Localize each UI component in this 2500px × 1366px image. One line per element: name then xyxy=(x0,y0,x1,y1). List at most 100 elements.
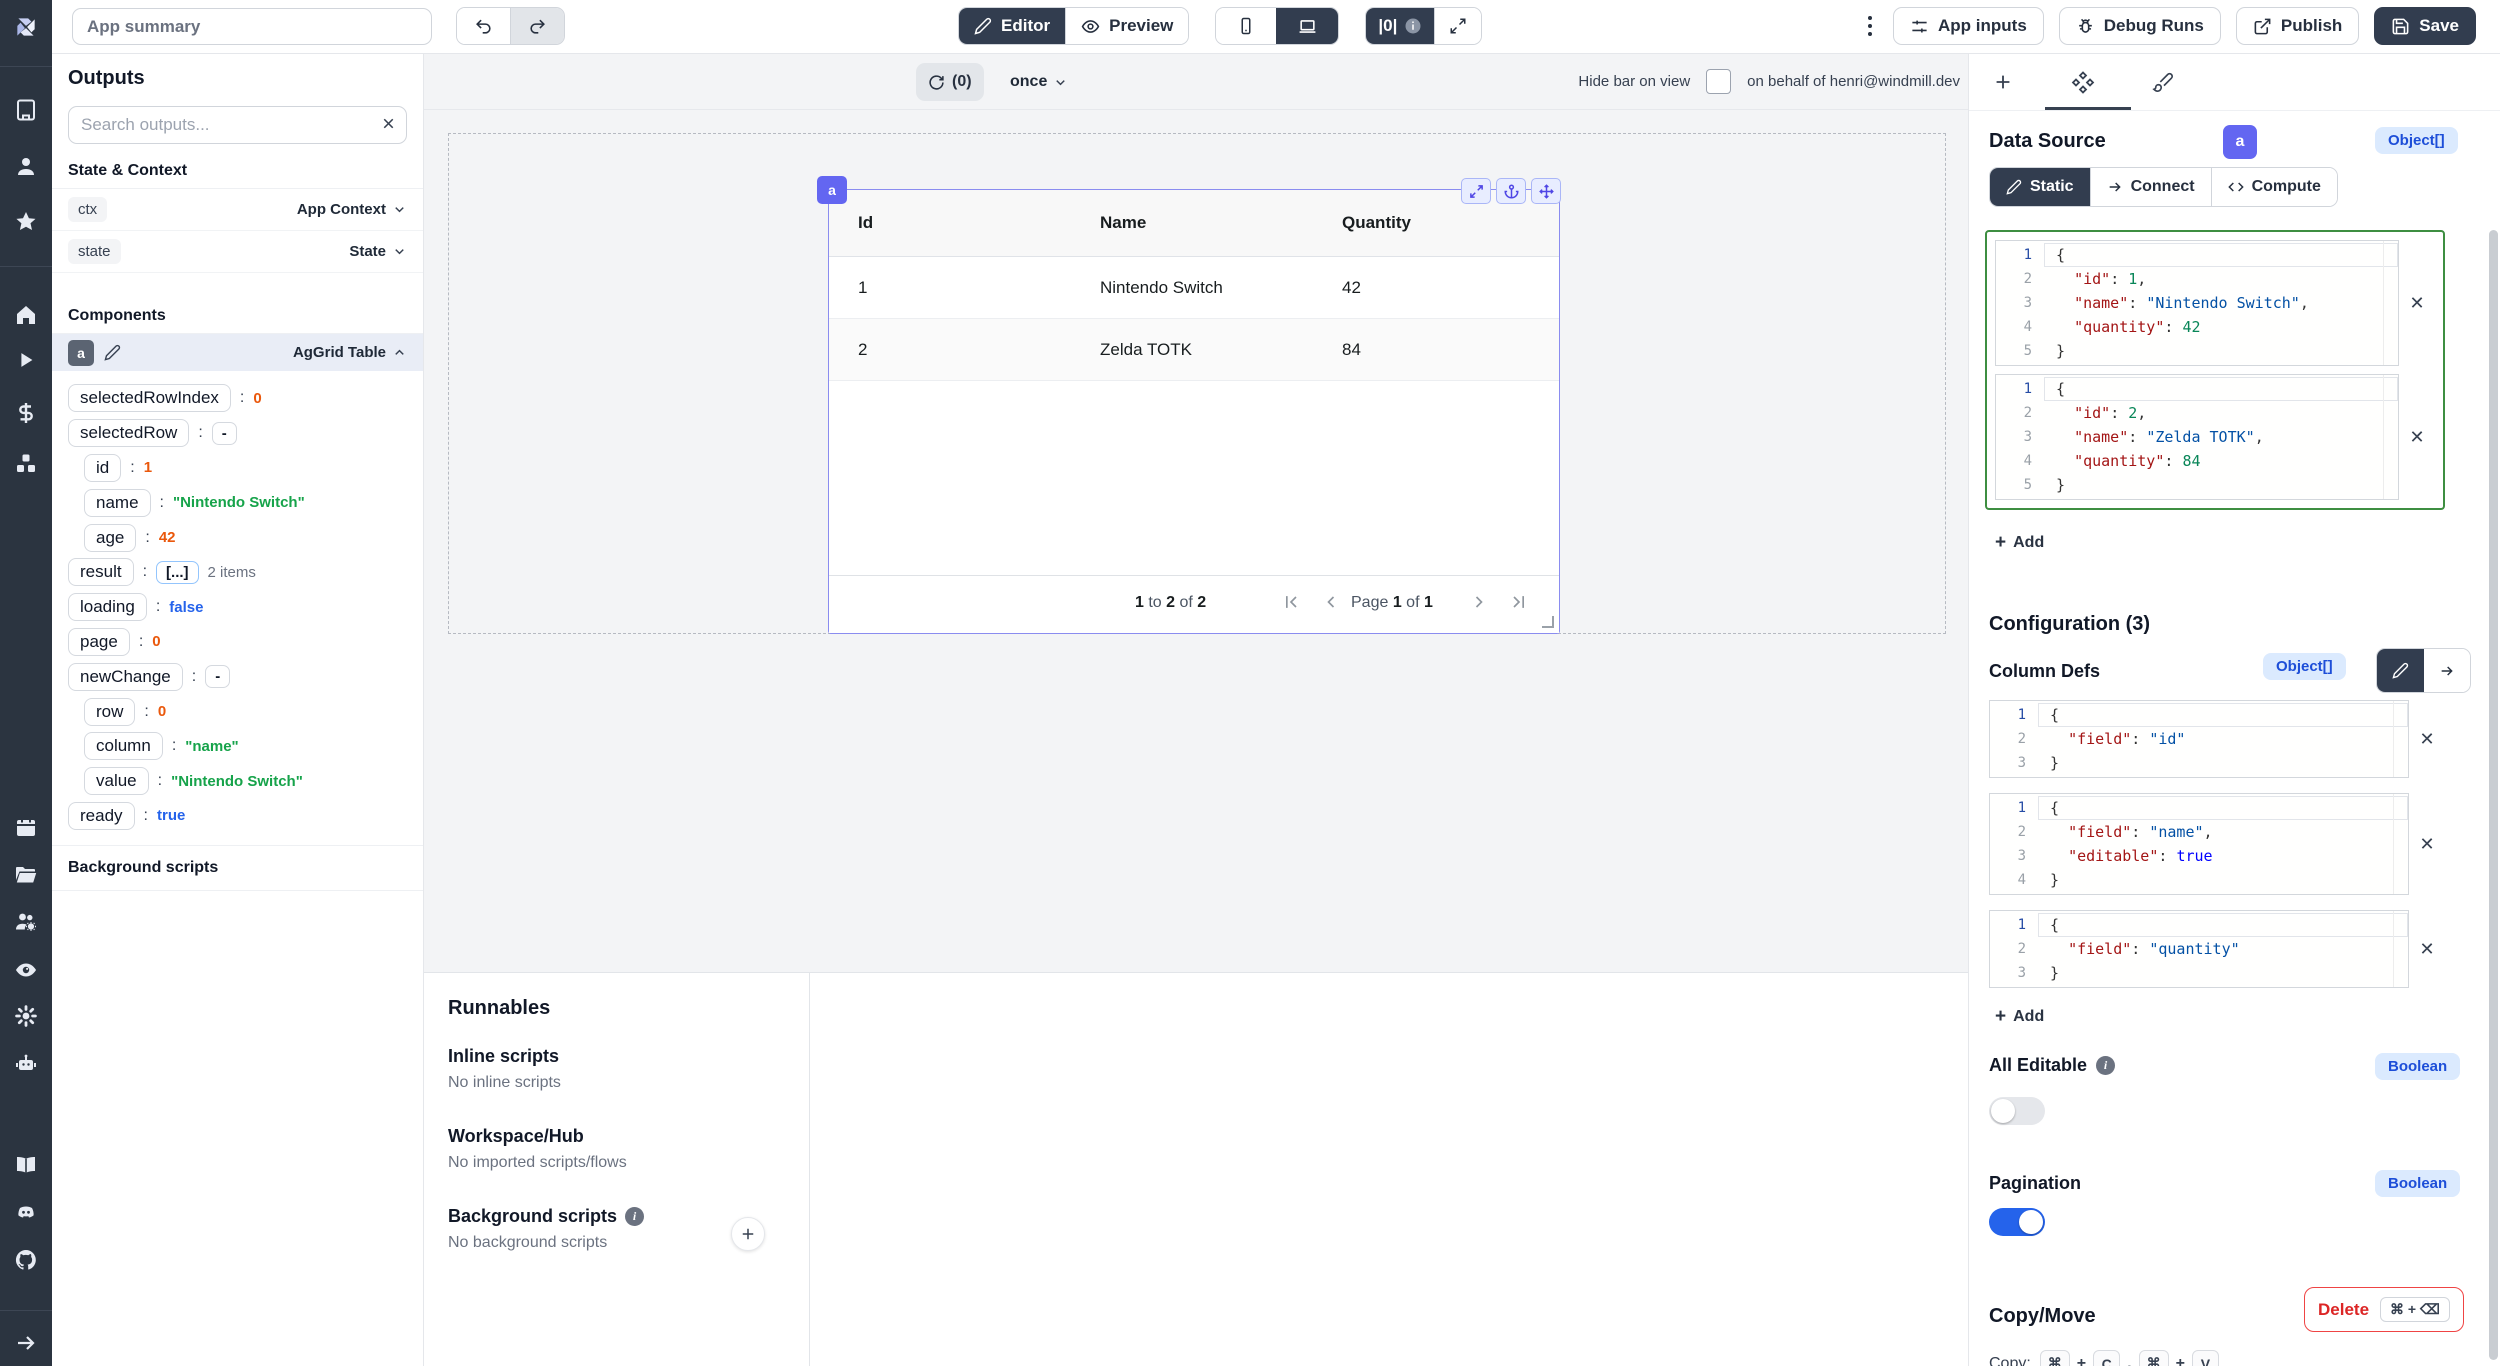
windmill-logo[interactable] xyxy=(0,12,52,42)
discord-link[interactable] xyxy=(0,1197,52,1227)
collapse-sidebar-button[interactable] xyxy=(0,1328,52,1358)
json-editor[interactable]: 1{2 "field": "id"3} xyxy=(1989,700,2409,778)
output-key-chip[interactable]: page xyxy=(68,628,130,656)
prev-page-button[interactable] xyxy=(1321,592,1341,612)
json-editor[interactable]: 1{2 "id": 2,3 "name": "Zelda TOTK",4 "qu… xyxy=(1995,374,2399,500)
edit-mode-button[interactable] xyxy=(2377,649,2424,692)
diff-indicator-button[interactable]: |0| xyxy=(1366,8,1434,44)
tab-styling[interactable] xyxy=(2143,65,2183,99)
all-editable-toggle[interactable] xyxy=(1989,1097,2045,1125)
table-row[interactable]: 1Nintendo Switch42 xyxy=(829,257,1559,319)
sidebar-item-user[interactable] xyxy=(0,151,52,181)
output-key-chip[interactable]: name xyxy=(84,489,151,517)
table-cell[interactable]: 2 xyxy=(829,340,1071,360)
expand-component-button[interactable] xyxy=(1461,178,1491,204)
sidebar-item-audit[interactable] xyxy=(0,955,52,985)
sidebar-item-schedules[interactable] xyxy=(0,812,52,842)
sidebar-item-variables[interactable] xyxy=(0,398,52,428)
search-input[interactable] xyxy=(68,106,407,144)
json-editor[interactable]: 1{2 "field": "quantity"3} xyxy=(1989,910,2409,988)
table-cell[interactable]: 84 xyxy=(1313,340,1559,360)
panel-scrollbar[interactable] xyxy=(2489,230,2498,1360)
tab-preview[interactable]: Preview xyxy=(1065,8,1188,44)
publish-button[interactable]: Publish xyxy=(2236,7,2359,45)
debug-runs-button[interactable]: Debug Runs xyxy=(2059,7,2221,45)
sidebar-item-settings[interactable] xyxy=(0,1001,52,1031)
hide-bar-checkbox[interactable] xyxy=(1706,69,1731,94)
delete-component-button[interactable]: Delete ⌘ + ⌫ xyxy=(2304,1287,2464,1332)
add-data-source-item-button[interactable]: + Add xyxy=(1989,531,2050,555)
tab-connect[interactable]: Connect xyxy=(2090,168,2211,206)
ctx-key-chip[interactable]: ctx xyxy=(68,197,107,222)
anchor-component-button[interactable] xyxy=(1496,178,1526,204)
data-source-type-badge[interactable]: Object[] xyxy=(2375,127,2458,154)
output-key-chip[interactable]: age xyxy=(84,524,136,552)
column-defs-type-badge[interactable]: Object[] xyxy=(2263,653,2346,680)
output-key-chip[interactable]: result xyxy=(68,558,134,586)
add-background-script-button[interactable] xyxy=(731,1217,765,1251)
undo-button[interactable] xyxy=(457,8,510,44)
table-column-header[interactable]: Name xyxy=(1071,213,1313,233)
move-component-button[interactable] xyxy=(1531,178,1561,204)
output-value[interactable]: [...] xyxy=(156,561,199,584)
redo-button[interactable] xyxy=(510,8,564,44)
sidebar-item-groups[interactable] xyxy=(0,907,52,937)
component-id-badge[interactable]: a xyxy=(68,340,94,366)
table-cell[interactable]: Nintendo Switch xyxy=(1071,278,1313,298)
more-menu-button[interactable] xyxy=(1862,10,1878,42)
add-column-def-button[interactable]: + Add xyxy=(1989,1005,2050,1029)
table-cell[interactable]: 1 xyxy=(829,278,1071,298)
app-canvas[interactable]: (0) once Hide bar on view on behalf of h… xyxy=(424,53,1968,972)
tab-compute[interactable]: Compute xyxy=(2211,168,2337,206)
desktop-view-button[interactable] xyxy=(1276,8,1338,44)
remove-item-button[interactable]: ✕ xyxy=(2399,292,2435,315)
ctx-row[interactable]: ctx App Context xyxy=(52,189,423,231)
sidebar-item-resources[interactable] xyxy=(0,449,52,479)
sidebar-item-favorites[interactable] xyxy=(0,207,52,237)
tab-insert[interactable] xyxy=(1983,65,2023,99)
table-component-badge[interactable]: a xyxy=(817,176,847,204)
sidebar-item-runs[interactable] xyxy=(0,345,52,375)
output-key-chip[interactable]: loading xyxy=(68,593,147,621)
pagination-toggle[interactable] xyxy=(1989,1208,2045,1236)
resize-handle[interactable] xyxy=(1542,616,1554,628)
remove-item-button[interactable]: ✕ xyxy=(2399,426,2435,449)
remove-item-button[interactable]: ✕ xyxy=(2409,833,2445,856)
clear-search-button[interactable] xyxy=(380,115,397,132)
app-summary-input[interactable] xyxy=(72,8,432,45)
remove-item-button[interactable]: ✕ xyxy=(2409,728,2445,751)
output-key-chip[interactable]: selectedRowIndex xyxy=(68,384,231,412)
mobile-view-button[interactable] xyxy=(1216,8,1276,44)
last-page-button[interactable] xyxy=(1509,592,1529,612)
table-cell[interactable]: 42 xyxy=(1313,278,1559,298)
tab-editor[interactable]: Editor xyxy=(959,8,1065,44)
output-key-chip[interactable]: ready xyxy=(68,802,135,830)
sidebar-item-workspace[interactable] xyxy=(0,95,52,125)
first-page-button[interactable] xyxy=(1281,592,1301,612)
refresh-mode-dropdown[interactable]: once xyxy=(1004,63,1074,101)
github-link[interactable] xyxy=(0,1245,52,1275)
output-key-chip[interactable]: selectedRow xyxy=(68,419,189,447)
sidebar-item-docs[interactable] xyxy=(0,1150,52,1180)
chevron-up-icon[interactable] xyxy=(392,345,407,360)
next-page-button[interactable] xyxy=(1469,592,1489,612)
json-editor[interactable]: 1{2 "id": 1,3 "name": "Nintendo Switch",… xyxy=(1995,240,2399,366)
save-button[interactable]: Save xyxy=(2374,7,2476,45)
table-column-header[interactable]: Id xyxy=(829,213,1071,233)
output-key-chip[interactable]: value xyxy=(84,767,149,795)
aggrid-table-component[interactable]: IdNameQuantity 1Nintendo Switch422Zelda … xyxy=(828,189,1560,634)
pencil-icon[interactable] xyxy=(104,344,121,361)
output-key-chip[interactable]: id xyxy=(84,454,121,482)
output-key-chip[interactable]: column xyxy=(84,732,163,760)
state-row[interactable]: state State xyxy=(52,231,423,273)
connect-mode-button[interactable] xyxy=(2424,649,2470,692)
sidebar-item-ai[interactable] xyxy=(0,1049,52,1079)
json-editor[interactable]: 1{2 "field": "name",3 "editable": true4} xyxy=(1989,793,2409,895)
table-row[interactable]: 2Zelda TOTK84 xyxy=(829,319,1559,381)
tab-static[interactable]: Static xyxy=(1990,168,2090,206)
output-key-chip[interactable]: newChange xyxy=(68,663,183,691)
app-inputs-button[interactable]: App inputs xyxy=(1893,7,2044,45)
tab-component-settings[interactable] xyxy=(2063,65,2103,99)
output-key-chip[interactable]: row xyxy=(84,698,135,726)
sidebar-item-home[interactable] xyxy=(0,300,52,330)
